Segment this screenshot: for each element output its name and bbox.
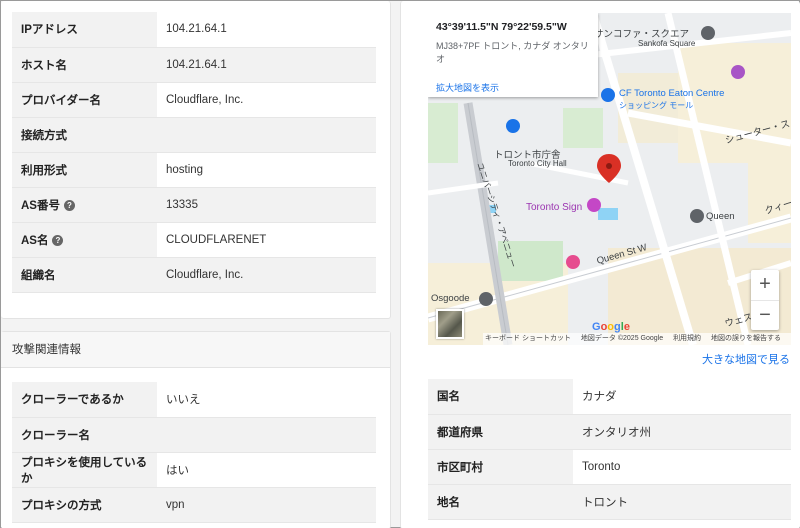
map-label: サンコファ・スクエア xyxy=(594,29,690,40)
row-label: 国名 xyxy=(428,379,573,415)
table-row: 接続方式 xyxy=(12,117,376,153)
table-row: 都道府県 オンタリオ州 xyxy=(428,414,791,450)
row-value: Cloudflare, Inc. xyxy=(157,257,376,293)
row-value: いいえ xyxy=(157,382,376,418)
row-label: 地名 xyxy=(428,484,573,520)
embedded-map[interactable]: サンコファ・スクエア Sankofa Square CF Toronto Eat… xyxy=(428,13,791,345)
row-value: 104.21.64.1 xyxy=(157,47,376,83)
row-label: AS番号? xyxy=(12,187,157,223)
zoom-in-button[interactable]: + xyxy=(751,270,779,300)
row-value: 13335 xyxy=(157,187,376,223)
map-label: CF Toronto Eaton Centre xyxy=(619,88,725,99)
attack-info-table: クローラーであるか いいえ クローラー名 プロキシを使用しているか はい プロキ… xyxy=(12,382,376,523)
table-row: クローラー名 xyxy=(12,417,376,453)
view-larger-map-link[interactable]: 大きな地図で見る xyxy=(702,351,790,367)
row-label: 組織名 xyxy=(12,257,157,293)
map-data-credit: 地図データ ©2025 Google xyxy=(580,335,664,342)
row-value: 104.21.64.1 xyxy=(157,12,376,48)
row-label: 利用形式 xyxy=(12,152,157,188)
map-label: ショッピング モール xyxy=(619,101,694,110)
row-value: カナダ xyxy=(573,379,791,415)
row-value: hosting xyxy=(157,152,376,188)
row-label: プロキシの方式 xyxy=(12,487,157,523)
map-info-popup: 43°39'11.5"N 79°22'59.5"W MJ38+7PF トロント,… xyxy=(428,13,598,97)
map-label: Sankofa Square xyxy=(638,39,696,48)
row-label: プロキシを使用しているか xyxy=(12,452,157,488)
row-value: Cloudflare, Inc. xyxy=(157,82,376,118)
table-row: プロバイダー名 Cloudflare, Inc. xyxy=(12,82,376,118)
map-label: Osgoode xyxy=(431,293,470,304)
row-value: トロント xyxy=(573,484,791,520)
table-row: 市区町村 Toronto xyxy=(428,449,791,485)
host-info-card: IPアドレス 104.21.64.1 ホスト名 104.21.64.1 プロバイ… xyxy=(1,1,391,319)
table-row: 利用形式 hosting xyxy=(12,152,376,188)
row-label: クローラーであるか xyxy=(12,382,157,418)
help-icon[interactable]: ? xyxy=(63,199,75,211)
row-value xyxy=(157,117,376,153)
row-label: 市区町村 xyxy=(428,449,573,485)
satellite-toggle[interactable] xyxy=(436,309,464,339)
keyboard-shortcuts-link[interactable]: キーボード ショートカット xyxy=(485,335,571,342)
enlarge-map-link[interactable]: 拡大地図を表示 xyxy=(436,81,499,94)
coordinates: 43°39'11.5"N 79°22'59.5"W xyxy=(436,21,567,33)
table-row: プロキシを使用しているか はい xyxy=(12,452,376,488)
zoom-controls: + − xyxy=(751,270,779,330)
row-label: プロバイダー名 xyxy=(12,82,157,118)
map-label: Toronto City Hall xyxy=(508,159,567,168)
row-value: オンタリオ州 xyxy=(573,414,791,450)
help-icon[interactable]: ? xyxy=(52,234,64,246)
row-label: 接続方式 xyxy=(12,117,157,153)
row-label: クローラー名 xyxy=(12,417,157,453)
row-label: IPアドレス xyxy=(12,12,157,48)
row-label: 都道府県 xyxy=(428,414,573,450)
row-label: AS名? xyxy=(12,222,157,258)
row-label: ホスト名 xyxy=(12,47,157,83)
terms-link[interactable]: 利用規約 xyxy=(673,335,701,342)
zoom-out-button[interactable]: − xyxy=(751,300,779,330)
table-row: IPアドレス 104.21.64.1 xyxy=(12,12,376,48)
table-row: 地名 トロント xyxy=(428,484,791,520)
row-value: はい xyxy=(157,452,376,488)
host-info-table: IPアドレス 104.21.64.1 ホスト名 104.21.64.1 プロバイ… xyxy=(12,12,376,293)
table-row: ホスト名 104.21.64.1 xyxy=(12,47,376,83)
attack-info-heading: 攻撃関連情報 xyxy=(1,332,390,368)
row-value: CLOUDFLARENET xyxy=(157,222,376,258)
report-error-link[interactable]: 地図の誤りを報告する xyxy=(711,335,781,342)
table-row: 国名 カナダ xyxy=(428,379,791,415)
google-logo: Google xyxy=(592,321,630,333)
plus-code-address: MJ38+7PF トロント, カナダ オンタリオ xyxy=(436,41,589,64)
row-value xyxy=(157,417,376,453)
row-value: vpn xyxy=(157,487,376,523)
row-value: Toronto xyxy=(573,449,791,485)
table-row: AS番号? 13335 xyxy=(12,187,376,223)
table-row: クローラーであるか いいえ xyxy=(12,382,376,418)
table-row: 組織名 Cloudflare, Inc. xyxy=(12,257,376,293)
geo-info-table: 国名 カナダ 都道府県 オンタリオ州 市区町村 Toronto 地名 トロント xyxy=(428,379,791,520)
location-card: サンコファ・スクエア Sankofa Square CF Toronto Eat… xyxy=(400,1,800,528)
table-row: プロキシの方式 vpn xyxy=(12,487,376,523)
map-footer: キーボード ショートカット 地図データ ©2025 Google 利用規約 地図… xyxy=(483,333,791,345)
map-label: Queen xyxy=(706,211,735,222)
attack-info-card: 攻撃関連情報 クローラーであるか いいえ クローラー名 プロキシを使用しているか… xyxy=(1,331,391,528)
map-label: Toronto Sign xyxy=(526,202,583,213)
table-row: AS名? CLOUDFLARENET xyxy=(12,222,376,258)
